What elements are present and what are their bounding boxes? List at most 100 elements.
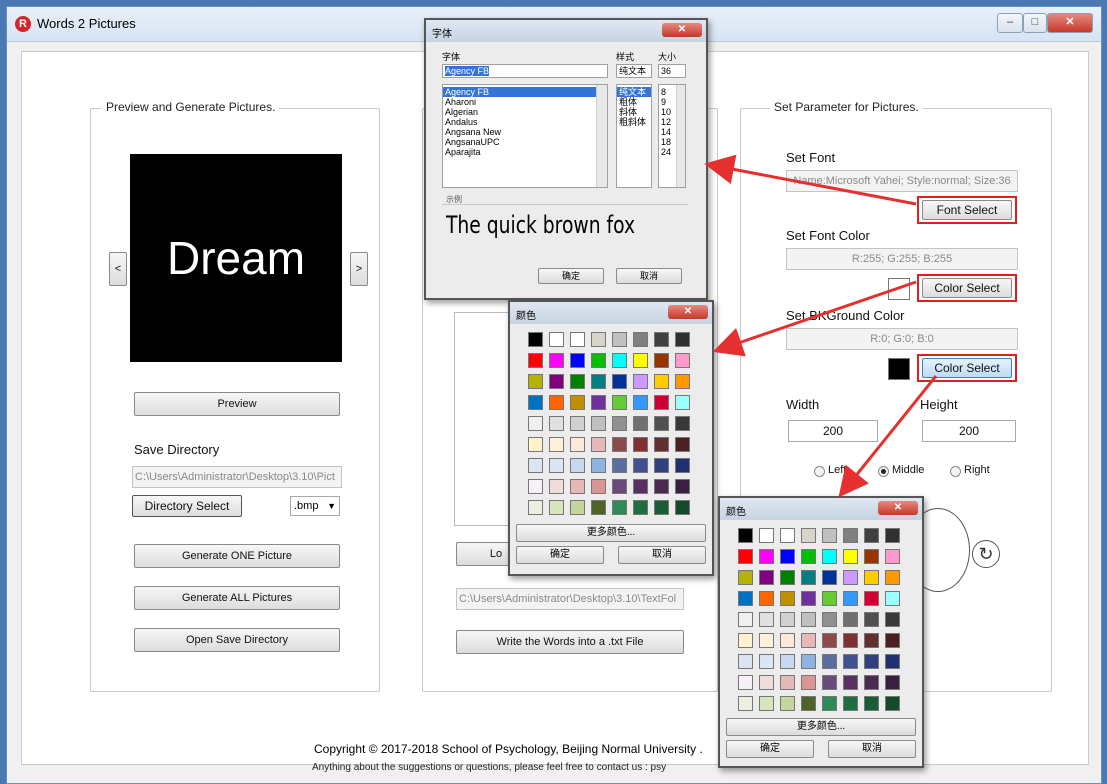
color-swatch[interactable] xyxy=(822,570,837,585)
write-txt-button[interactable]: Write the Words into a .txt File xyxy=(456,630,684,654)
color-swatch[interactable] xyxy=(780,570,795,585)
font-dialog-close-icon[interactable]: ✕ xyxy=(662,23,702,37)
color-swatch[interactable] xyxy=(549,395,564,410)
color-swatch[interactable] xyxy=(864,633,879,648)
color-swatch[interactable] xyxy=(780,633,795,648)
color-swatch[interactable] xyxy=(675,395,690,410)
list-item[interactable]: Angsana New xyxy=(443,127,607,137)
color-swatch[interactable] xyxy=(885,696,900,711)
color-swatch[interactable] xyxy=(654,395,669,410)
color-swatch[interactable] xyxy=(633,374,648,389)
color-swatch[interactable] xyxy=(633,479,648,494)
color-dialog-1-title-bar[interactable]: 颜色 ✕ xyxy=(510,302,712,324)
color-swatch[interactable] xyxy=(570,374,585,389)
color-swatch[interactable] xyxy=(780,528,795,543)
color-swatch[interactable] xyxy=(675,500,690,515)
color-dialog-2-close-icon[interactable]: ✕ xyxy=(878,501,918,515)
color-swatch[interactable] xyxy=(759,612,774,627)
color-swatch[interactable] xyxy=(528,416,543,431)
generate-one-button[interactable]: Generate ONE Picture xyxy=(134,544,340,568)
color-swatch[interactable] xyxy=(675,458,690,473)
color-swatch[interactable] xyxy=(864,612,879,627)
color-swatch[interactable] xyxy=(864,696,879,711)
color-swatch[interactable] xyxy=(591,479,606,494)
color-swatch[interactable] xyxy=(591,374,606,389)
color-swatch[interactable] xyxy=(654,500,669,515)
color-swatch[interactable] xyxy=(675,353,690,368)
color-swatch[interactable] xyxy=(801,654,816,669)
color-swatch[interactable] xyxy=(801,675,816,690)
font-name-list[interactable]: Agency FB Aharoni Algerian Andalus Angsa… xyxy=(442,84,608,188)
color-swatch[interactable] xyxy=(633,332,648,347)
color-swatch[interactable] xyxy=(570,416,585,431)
color-swatch[interactable] xyxy=(675,416,690,431)
color-swatch[interactable] xyxy=(633,353,648,368)
list-item[interactable]: Algerian xyxy=(443,107,607,117)
color-swatch[interactable] xyxy=(885,654,900,669)
color-swatch[interactable] xyxy=(801,591,816,606)
color-swatch[interactable] xyxy=(759,696,774,711)
font-color-select-button[interactable]: Color Select xyxy=(922,278,1012,298)
height-input[interactable]: 200 xyxy=(922,420,1016,442)
color-swatch[interactable] xyxy=(738,591,753,606)
color-dialog-2-ok-button[interactable]: 确定 xyxy=(726,740,814,758)
align-right-radio[interactable] xyxy=(950,466,961,477)
color-swatch[interactable] xyxy=(570,479,585,494)
color-swatch[interactable] xyxy=(612,332,627,347)
list-item[interactable]: 纯文本 xyxy=(617,87,651,97)
list-item[interactable]: Andalus xyxy=(443,117,607,127)
color-swatch[interactable] xyxy=(654,374,669,389)
color-swatch[interactable] xyxy=(864,675,879,690)
color-swatch[interactable] xyxy=(864,528,879,543)
color-swatch[interactable] xyxy=(654,479,669,494)
color-swatch[interactable] xyxy=(591,395,606,410)
previous-button[interactable]: < xyxy=(109,252,127,286)
color-swatch[interactable] xyxy=(780,675,795,690)
color-swatch[interactable] xyxy=(591,416,606,431)
save-directory-field[interactable]: C:\Users\Administrator\Desktop\3.10\Pict xyxy=(132,466,342,488)
color-swatch[interactable] xyxy=(843,591,858,606)
color-dialog-2-more-colors-button[interactable]: 更多颜色... xyxy=(726,718,916,736)
color-swatch[interactable] xyxy=(612,374,627,389)
font-style-input[interactable]: 纯文本 xyxy=(616,64,652,78)
font-dialog-ok-button[interactable]: 确定 xyxy=(538,268,604,284)
size-list-scrollbar[interactable] xyxy=(676,85,685,187)
color-swatch[interactable] xyxy=(759,654,774,669)
font-dialog-cancel-button[interactable]: 取消 xyxy=(616,268,682,284)
color-swatch[interactable] xyxy=(864,549,879,564)
font-dialog-title-bar[interactable]: 字体 ✕ xyxy=(426,20,706,42)
color-swatch[interactable] xyxy=(822,654,837,669)
color-swatch[interactable] xyxy=(885,675,900,690)
color-swatch[interactable] xyxy=(654,458,669,473)
color-dialog-1-close-icon[interactable]: ✕ xyxy=(668,305,708,319)
color-swatch[interactable] xyxy=(843,612,858,627)
color-swatch[interactable] xyxy=(801,633,816,648)
font-size-list[interactable]: 8 9 10 12 14 18 24 xyxy=(658,84,686,188)
align-left-radio[interactable] xyxy=(814,466,825,477)
color-swatch[interactable] xyxy=(528,437,543,452)
color-swatch[interactable] xyxy=(864,654,879,669)
align-middle-radio[interactable] xyxy=(878,466,889,477)
color-swatch[interactable] xyxy=(822,591,837,606)
color-swatch[interactable] xyxy=(822,612,837,627)
color-swatch[interactable] xyxy=(570,395,585,410)
color-swatch[interactable] xyxy=(885,549,900,564)
font-select-button[interactable]: Font Select xyxy=(922,200,1012,220)
color-swatch[interactable] xyxy=(612,353,627,368)
next-button[interactable]: > xyxy=(350,252,368,286)
close-button[interactable]: ✕ xyxy=(1047,13,1093,33)
color-swatch[interactable] xyxy=(654,353,669,368)
color-swatch[interactable] xyxy=(612,416,627,431)
color-swatch[interactable] xyxy=(822,528,837,543)
color-dialog-1-more-colors-button[interactable]: 更多颜色... xyxy=(516,524,706,542)
color-swatch[interactable] xyxy=(843,570,858,585)
color-swatch[interactable] xyxy=(801,528,816,543)
color-dialog-1-ok-button[interactable]: 确定 xyxy=(516,546,604,564)
color-swatch[interactable] xyxy=(633,437,648,452)
color-swatch[interactable] xyxy=(738,570,753,585)
color-swatch[interactable] xyxy=(633,458,648,473)
color-swatch[interactable] xyxy=(759,675,774,690)
color-swatch[interactable] xyxy=(633,416,648,431)
color-dialog-1-cancel-button[interactable]: 取消 xyxy=(618,546,706,564)
color-swatch[interactable] xyxy=(633,500,648,515)
